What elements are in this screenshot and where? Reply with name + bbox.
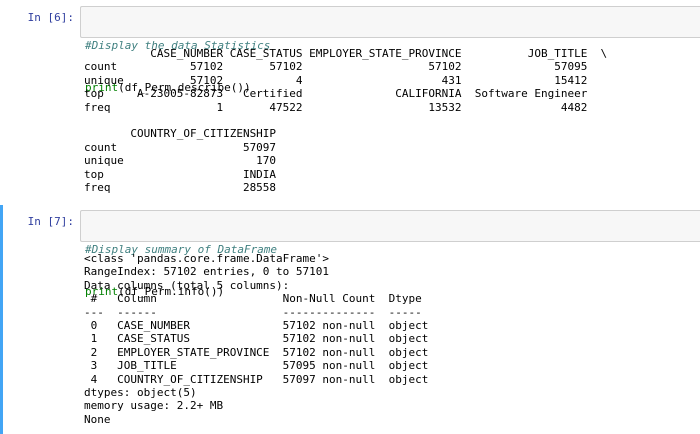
code-input[interactable]: #Display the data Statistics print(df_Pe… bbox=[80, 6, 700, 94]
output-line: None bbox=[84, 412, 111, 426]
cell-prompt: In [6]: bbox=[27, 11, 74, 24]
output-line: 0 CASE_NUMBER 57102 non-null object bbox=[84, 318, 429, 332]
output-line: # Column Non-Null Count Dtype bbox=[84, 292, 429, 306]
output-line: freq 28558 bbox=[84, 180, 277, 194]
cell-output: CASE_NUMBER CASE_STATUS EMPLOYER_STATE_P… bbox=[84, 47, 607, 194]
output-line: unique 57102 4 431 15412 bbox=[84, 73, 588, 87]
output-line: dtypes: object(5) bbox=[84, 385, 197, 399]
notebook-cell-7[interactable]: In [7]: #Display summary of DataFrame pr… bbox=[0, 205, 700, 434]
cell-prompt: In [7]: bbox=[27, 215, 74, 228]
output-line: COUNTRY_OF_CITIZENSHIP bbox=[84, 127, 277, 141]
output-line: CASE_NUMBER CASE_STATUS EMPLOYER_STATE_P… bbox=[84, 47, 608, 60]
output-line: count 57102 57102 57102 57095 bbox=[84, 60, 588, 74]
output-line: memory usage: 2.2+ MB bbox=[84, 399, 224, 413]
output-line: 1 CASE_STATUS 57102 non-null object bbox=[84, 332, 429, 346]
output-line: 2 EMPLOYER_STATE_PROVINCE 57102 non-null… bbox=[84, 345, 429, 359]
output-line: freq 1 47522 13532 4482 bbox=[84, 100, 588, 114]
output-line: --- ------ -------------- ----- bbox=[84, 305, 429, 319]
output-line: Data columns (total 5 columns): bbox=[84, 278, 290, 292]
output-line: unique 170 bbox=[84, 154, 277, 168]
output-line: <class 'pandas.core.frame.DataFrame'> bbox=[84, 252, 330, 265]
output-line: top INDIA bbox=[84, 167, 277, 181]
output-line: top A-23005-82873 Certified CALIFORNIA S… bbox=[84, 87, 588, 101]
output-line: 3 JOB_TITLE 57095 non-null object bbox=[84, 359, 429, 373]
output-line: 4 COUNTRY_OF_CITIZENSHIP 57097 non-null … bbox=[84, 372, 429, 386]
code-input[interactable]: #Display summary of DataFrame print(df_P… bbox=[80, 210, 700, 298]
output-line: RangeIndex: 57102 entries, 0 to 57101 bbox=[84, 265, 330, 279]
notebook-cell-6[interactable]: In [6]: #Display the data Statistics pri… bbox=[0, 0, 700, 200]
output-line: count 57097 bbox=[84, 140, 277, 154]
cell-output: <class 'pandas.core.frame.DataFrame'> Ran… bbox=[84, 252, 428, 426]
